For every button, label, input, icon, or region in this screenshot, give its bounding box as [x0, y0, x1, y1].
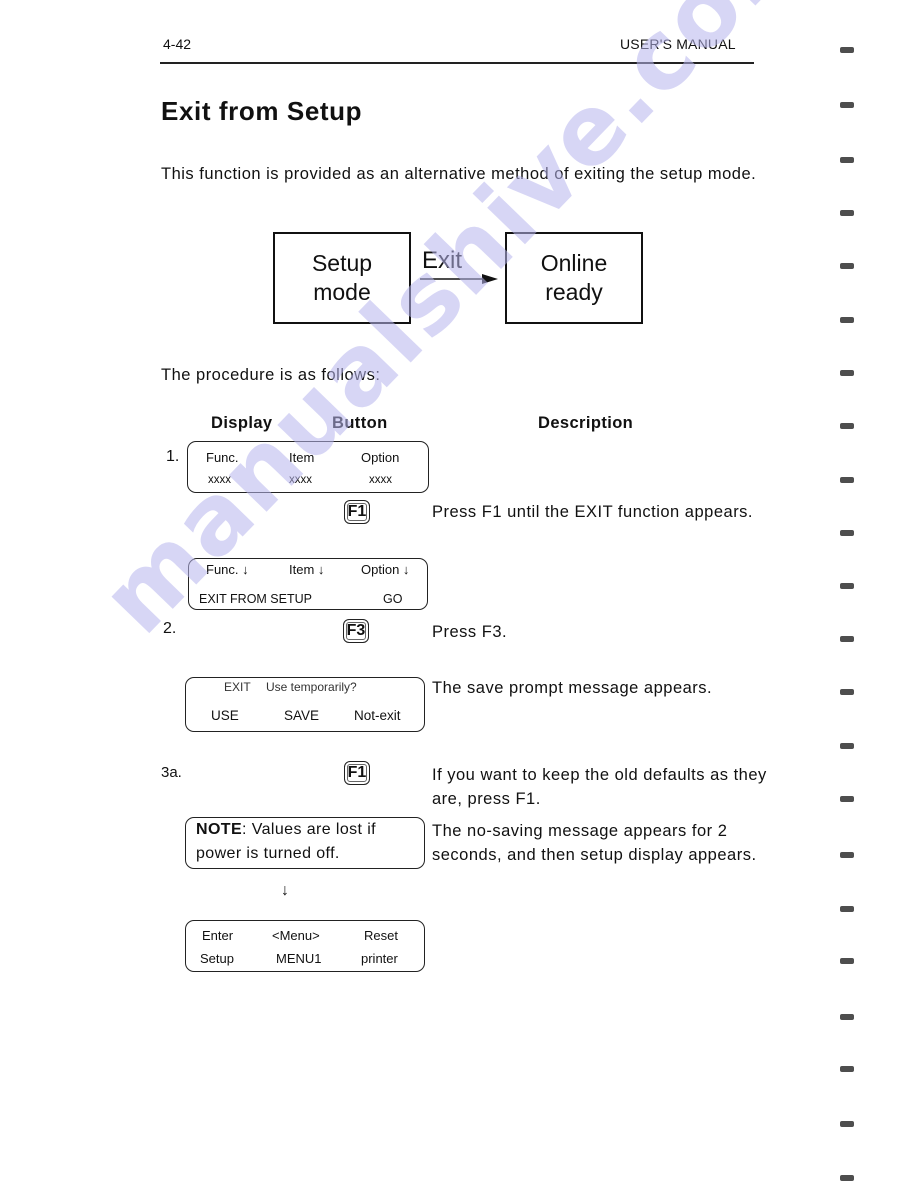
lcd-text: Reset [364, 928, 398, 943]
lcd-text: : Values are lost if [242, 821, 377, 838]
manual-title: USER'S MANUAL [620, 36, 736, 52]
scan-mark [840, 263, 854, 269]
lcd-text: Item ↓ [289, 562, 325, 577]
lcd-text: Func. [206, 450, 239, 465]
lcd-text: xxxx [369, 474, 392, 486]
page-number: 4-42 [163, 36, 192, 52]
scan-mark [840, 1014, 854, 1020]
header-rule [160, 62, 754, 64]
lcd-text: MENU1 [276, 951, 322, 966]
lcd-display-step1: Func. Item Option xxxx xxxx xxxx [187, 441, 429, 493]
lcd-text: xxxx [289, 474, 312, 486]
scan-mark [840, 317, 854, 323]
procedure-intro: The procedure is as follows: [161, 366, 381, 384]
scan-mark [840, 583, 854, 589]
step3a-description: If you want to keep the old defaults as … [432, 766, 767, 808]
f1-key-button: F1 [344, 761, 370, 785]
scan-mark [840, 958, 854, 964]
setup-mode-box: Setup mode [273, 232, 411, 324]
lcd-text: Func. ↓ [206, 562, 249, 577]
online-ready-box: Online ready [505, 232, 643, 324]
scan-mark [840, 743, 854, 749]
scan-mark [840, 530, 854, 536]
column-header-display: Display [211, 414, 273, 432]
lcd-display-exit-function: Func. ↓ Item ↓ Option ↓ EXIT FROM SETUP … [188, 558, 428, 610]
step-number: 3a. [161, 764, 182, 781]
lcd-display-setup-menu: Enter <Menu> Reset Setup MENU1 printer [185, 920, 425, 972]
scan-mark [840, 423, 854, 429]
online-ready-line2: ready [545, 279, 603, 305]
lcd-text: EXIT FROM SETUP [199, 592, 312, 606]
lcd-text: xxxx [208, 474, 231, 486]
lcd-text: <Menu> [272, 928, 320, 943]
lcd-text: EXIT [224, 680, 251, 694]
scan-mark [840, 1175, 854, 1181]
lcd-text: Enter [202, 928, 234, 943]
intro-paragraph: This function is provided as an alternat… [161, 165, 757, 183]
lcd-display-note: NOTE: Values are lost if power is turned… [185, 817, 425, 869]
lcd-text: Item [289, 450, 315, 465]
note-label: NOTE [196, 821, 243, 838]
setup-mode-line2: mode [313, 279, 371, 305]
step1-description: Press F1 until the EXIT function appears… [432, 503, 754, 521]
lcd-text: SAVE [284, 708, 320, 723]
scan-mark [840, 210, 854, 216]
scan-mark [840, 906, 854, 912]
scan-mark [840, 370, 854, 376]
right-arrow-icon [420, 274, 498, 284]
lcd-text: Option ↓ [361, 562, 410, 577]
lcd-text: printer [361, 951, 398, 966]
no-saving-description: The no-saving message appears for 2 seco… [432, 822, 757, 864]
lcd-text: Not-exit [354, 708, 401, 723]
scan-mark [840, 477, 854, 483]
exit-transition-label: Exit [422, 247, 463, 274]
lcd-text: Use temporarily? [266, 680, 357, 694]
lcd-text: USE [211, 708, 239, 723]
step2-description: Press F3. [432, 623, 508, 641]
lcd-text: GO [383, 592, 403, 606]
section-title: Exit from Setup [161, 96, 363, 126]
step-number: 1. [166, 448, 180, 465]
scan-mark [840, 796, 854, 802]
scan-mark [840, 47, 854, 53]
scan-mark [840, 1121, 854, 1127]
lcd-text: Option [361, 450, 400, 465]
scan-mark [840, 157, 854, 163]
scan-mark [840, 852, 854, 858]
column-header-description: Description [538, 414, 634, 432]
scan-mark [840, 689, 854, 695]
lcd-display-save-prompt: EXIT Use temporarily? USE SAVE Not-exit [185, 677, 425, 732]
setup-mode-line1: Setup [311, 250, 373, 276]
online-ready-line1: Online [540, 250, 608, 276]
f3-key-button: F3 [343, 619, 369, 643]
down-arrow-icon: ↓ [281, 882, 289, 899]
lcd-text: power is turned off. [196, 845, 340, 862]
scan-mark [840, 636, 854, 642]
column-header-button: Button [332, 414, 388, 432]
lcd-text: Setup [200, 951, 234, 966]
save-prompt-description: The save prompt message appears. [432, 679, 713, 697]
step-number: 2. [163, 620, 177, 637]
scan-mark [840, 1066, 854, 1072]
f1-key-button: F1 [344, 500, 370, 524]
scan-mark [840, 102, 854, 108]
